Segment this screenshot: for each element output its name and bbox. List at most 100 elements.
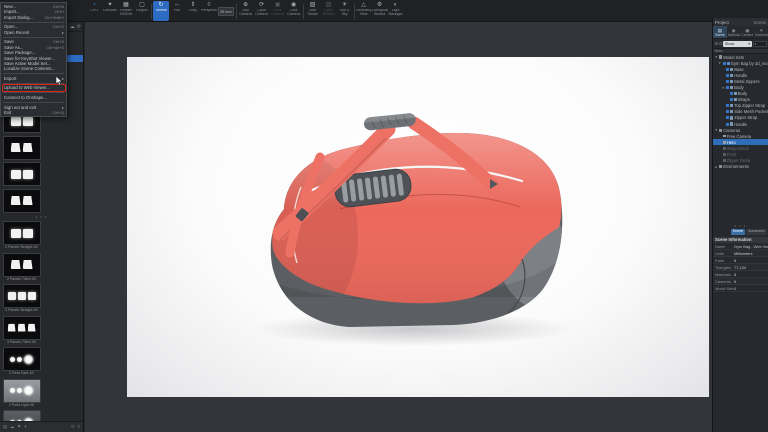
expander-icon[interactable]: ▾ xyxy=(722,86,726,90)
environment-thumbnail-3-panels-straight-4k[interactable]: 3 Panels Straight 4K xyxy=(1,283,42,315)
visibility-checkbox[interactable] xyxy=(726,116,729,119)
visibility-checkbox[interactable] xyxy=(730,92,733,95)
favorites-icon[interactable]: ✦ xyxy=(24,424,28,430)
show-filter-label: Show xyxy=(725,41,735,47)
tree-row-zipper-detail[interactable]: Zipper Detail xyxy=(713,158,768,164)
visibility-checkbox[interactable] xyxy=(726,86,729,89)
project-panel-header: Project Scene xyxy=(713,18,768,26)
info-key: Name xyxy=(713,244,734,249)
model-icon xyxy=(727,62,730,65)
tumble-button[interactable]: ↻Tumble xyxy=(153,1,169,21)
toolbar-button-label: Cycle Camera xyxy=(254,9,270,17)
cycle-camera-button[interactable]: ⟳Cycle Camera xyxy=(254,1,270,21)
cpu-button[interactable]: ◔CPU xyxy=(86,1,102,21)
cloud-icon[interactable]: ☁ xyxy=(10,424,15,430)
configurator-wizard-button[interactable]: ⚙Configurator Wizard xyxy=(372,1,388,21)
render-nvidia-button[interactable]: ▦Render NVIDIA xyxy=(118,1,134,21)
cloud-download-icon[interactable]: ☁ xyxy=(70,24,75,30)
light-panel-shape xyxy=(28,324,36,332)
visibility-checkbox[interactable] xyxy=(726,104,729,107)
toolbar-button-label: Dolly xyxy=(185,9,201,13)
light-panel-shape xyxy=(11,260,21,269)
sun-sky-button[interactable]: ☀Sun & Sky xyxy=(337,1,353,21)
visibility-checkbox[interactable] xyxy=(723,62,726,65)
realtime-viewport[interactable] xyxy=(85,22,712,432)
part-icon xyxy=(730,116,733,119)
focal-length-value[interactable]: 35 mm xyxy=(218,7,234,16)
toolbar-button-label: Save Camera xyxy=(270,9,286,17)
environment-thumbnail-2-point-medium-4k[interactable]: 2 Point Medium 4K xyxy=(1,409,42,421)
visibility-checkbox[interactable] xyxy=(726,74,729,77)
environment-thumbnail-3-panels-tilted-4k[interactable]: 3 Panels Tilted 4K xyxy=(1,315,42,347)
flag-icon[interactable]: ⚑ xyxy=(17,424,21,430)
perspective-button[interactable]: ◊Perspective xyxy=(201,1,217,21)
menu-item-exit[interactable]: ExitCtrl+Q xyxy=(1,110,66,115)
expander-icon[interactable]: ▸ xyxy=(715,165,719,169)
cycle-studios-button[interactable]: ▨Cycle Studios xyxy=(321,1,337,21)
environment-thumbnail-item[interactable] xyxy=(1,135,42,162)
add-camera-button[interactable]: ⊕Add Camera xyxy=(238,1,254,21)
chevron-down-icon: ▾ xyxy=(748,41,750,47)
part-icon xyxy=(730,68,733,71)
light-panel-shape xyxy=(8,324,16,332)
geometry-view-button[interactable]: △Geometry View xyxy=(356,1,372,21)
environment-thumbnail-2-point-light-4k[interactable]: 2 Point Light 4K xyxy=(1,378,42,410)
info-value: 1 xyxy=(734,286,736,291)
expander-icon[interactable]: ▾ xyxy=(718,61,722,65)
configurator-wizard-icon: ⚙ xyxy=(377,2,382,9)
add-studio-button[interactable]: ▧Add Studio xyxy=(305,1,321,21)
lock-camera-button[interactable]: ◉Lock Camera xyxy=(286,1,302,21)
tab-camera[interactable]: ▣Camera xyxy=(741,26,755,38)
pan-button[interactable]: ⇔Pan xyxy=(169,1,185,21)
save-camera-button[interactable]: ▣Save Camera xyxy=(270,1,286,21)
refresh-icon[interactable]: ⟳ xyxy=(71,424,75,430)
tree-row-environments[interactable]: ▸Environments xyxy=(713,164,768,170)
show-filter-dropdown[interactable]: Show ▾ xyxy=(723,41,751,47)
render-area[interactable] xyxy=(127,57,709,397)
environment-thumbnail-2-panels-tilted-4k[interactable]: 2 Panels Tilted 4K xyxy=(1,252,42,284)
environment-thumbnail-2-rear-dark-4k[interactable]: 2 Rear Dark 4K xyxy=(1,346,42,378)
visibility-checkbox[interactable] xyxy=(730,98,733,101)
sun-sky-icon: ☀ xyxy=(342,2,347,9)
light-panel-shape xyxy=(23,260,33,269)
visibility-checkbox[interactable] xyxy=(726,68,729,71)
environment-thumbnail-2-panels-straight-4k[interactable]: 2 Panels Straight 4K xyxy=(1,220,42,252)
menu-item-upload-to-web-viewer[interactable]: Upload to Web Viewer... xyxy=(1,85,66,90)
info-key: Triangles xyxy=(713,265,734,270)
menu-item-open-recent[interactable]: Open Recent▸ xyxy=(1,30,66,35)
scene-search-input[interactable]: ⌕ xyxy=(753,41,767,47)
environment-preview xyxy=(3,253,41,277)
tab-scene[interactable]: ▤Scene xyxy=(713,26,727,38)
expand-all-icon[interactable]: ⊞ xyxy=(715,41,718,46)
denoise-button[interactable]: ✦Denoise xyxy=(102,1,118,21)
visibility-checkbox[interactable] xyxy=(726,110,729,113)
environment-preview xyxy=(3,379,41,403)
tab-environment[interactable]: ☀Environment xyxy=(754,26,768,38)
cycle-camera-icon: ⟳ xyxy=(259,2,264,9)
folders-icon[interactable]: ▤ xyxy=(3,424,7,430)
part-icon xyxy=(730,104,733,107)
visibility-checkbox[interactable] xyxy=(726,80,729,83)
project-panel-context: Scene xyxy=(754,20,766,25)
menu-item-import-dialog[interactable]: Import Dialog...Ctrl+Shift+I xyxy=(1,15,66,20)
environment-thumbnail-item[interactable] xyxy=(1,188,42,215)
tab-material[interactable]: ◉Material xyxy=(727,26,741,38)
collapse-all-icon[interactable]: ⊟ xyxy=(719,41,722,46)
environment-thumbnail-item[interactable] xyxy=(1,161,42,188)
info-key: Units xyxy=(713,251,734,256)
subtab-advanced[interactable]: Advanced xyxy=(746,229,766,235)
light-manager-button[interactable]: ◐Light Manager xyxy=(388,1,404,21)
menu-separator xyxy=(3,92,64,93)
menu-item-localize-scene-contents[interactable]: Localize Scene Contents... xyxy=(1,66,66,71)
thumb-grid-top xyxy=(0,108,83,214)
list-icon[interactable]: ≡ xyxy=(77,424,80,430)
menu-item-connect-to-onshape[interactable]: Connect to Onshape... xyxy=(1,95,66,100)
expander-icon[interactable]: ▾ xyxy=(715,128,719,132)
library-thumbnails[interactable]: • • • 2 Panels Straight 4K2 Panels Tilte… xyxy=(0,108,83,421)
refresh-icon[interactable]: ⟳ xyxy=(77,24,81,30)
dolly-button[interactable]: ⇕Dolly xyxy=(185,1,201,21)
region-button[interactable]: ▢Region xyxy=(134,1,150,21)
expander-icon[interactable]: ▾ xyxy=(715,55,719,59)
visibility-checkbox[interactable] xyxy=(726,123,729,126)
subtab-scene[interactable]: Scene xyxy=(731,229,745,235)
